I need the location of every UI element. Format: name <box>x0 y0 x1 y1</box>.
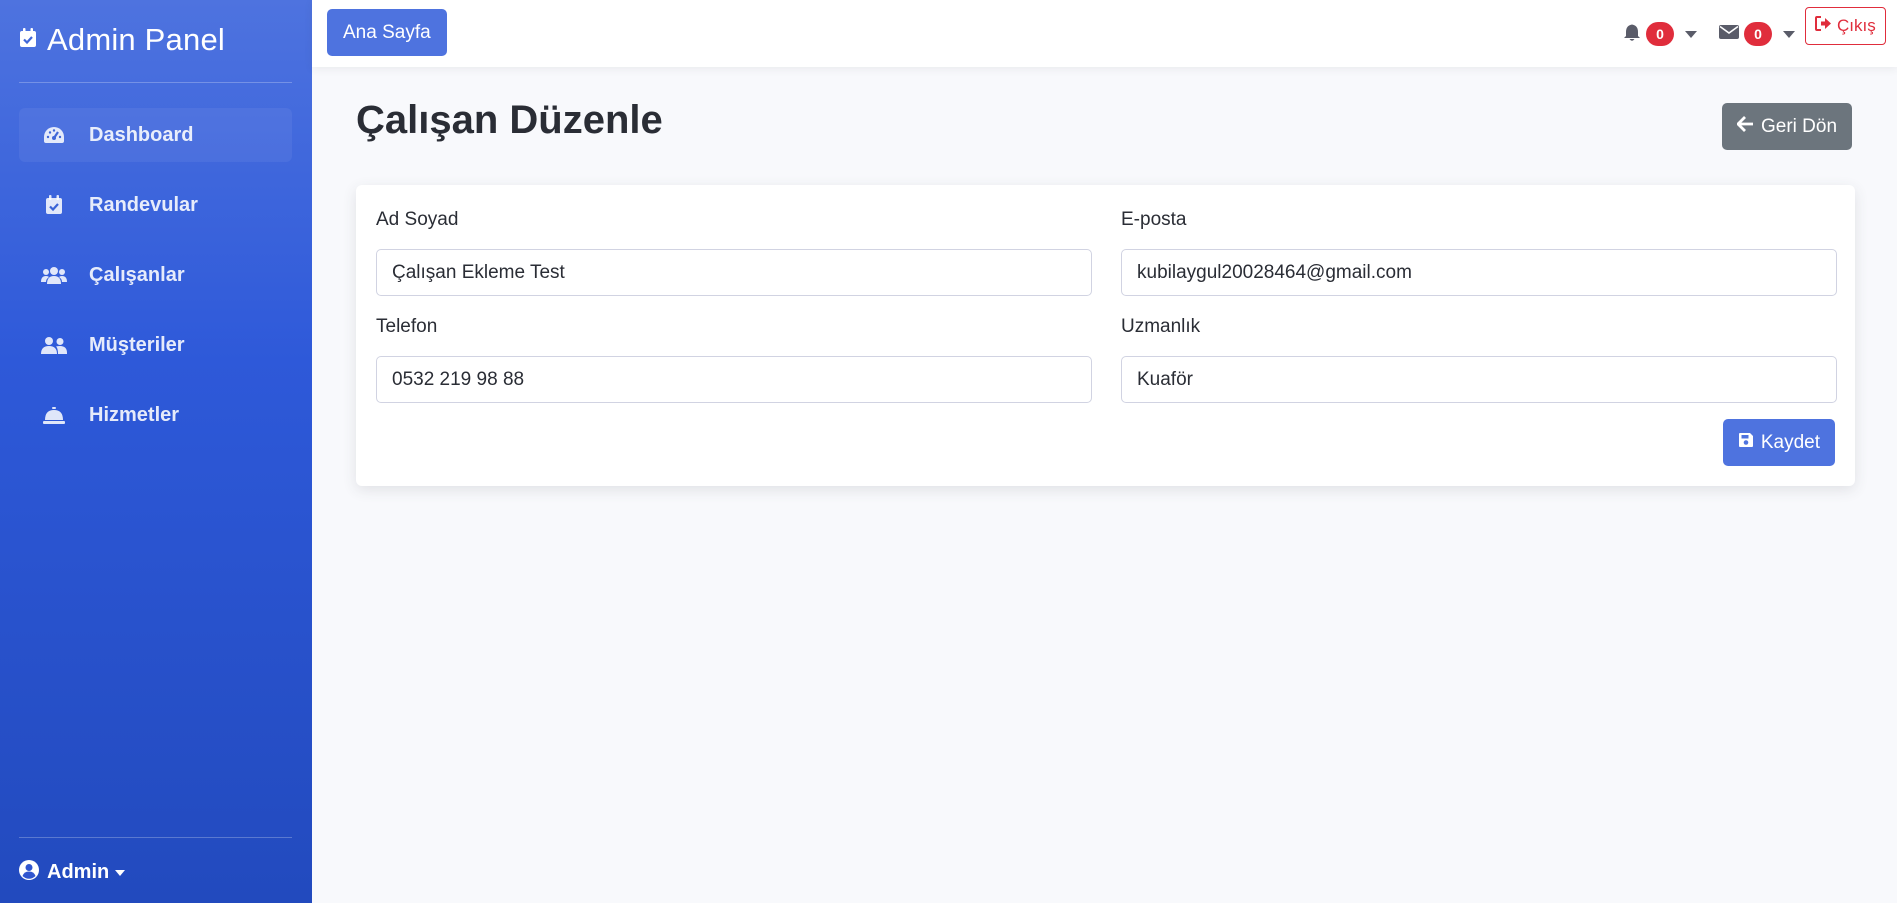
alerts-count-badge: 0 <box>1646 22 1674 46</box>
specialty-input[interactable] <box>1121 356 1837 403</box>
topbar: Ana Sayfa 0 0 Çıkış <box>312 0 1897 67</box>
sidebar-nav: Dashboard Randevular Çalışanlar Müşteril… <box>19 108 292 458</box>
caret-down-icon <box>1783 30 1795 38</box>
caret-down-icon <box>115 869 126 876</box>
home-button[interactable]: Ana Sayfa <box>327 9 447 56</box>
sidebar-item-calisanlar[interactable]: Çalışanlar <box>19 248 292 302</box>
name-label: Ad Soyad <box>376 209 459 230</box>
save-button-label: Kaydet <box>1760 431 1820 453</box>
user-friends-icon <box>41 332 67 358</box>
tachometer-icon <box>41 122 67 148</box>
messages-count-badge: 0 <box>1744 22 1772 46</box>
sidebar-divider <box>19 837 292 838</box>
arrow-left-icon <box>1736 115 1754 138</box>
sidebar-item-hizmetler[interactable]: Hizmetler <box>19 388 292 442</box>
envelope-icon <box>1719 24 1739 45</box>
calendar-check-icon <box>41 192 67 218</box>
phone-label: Telefon <box>376 316 438 337</box>
email-input[interactable] <box>1121 249 1837 296</box>
employee-form-card: Ad Soyad E-posta Telefon Uzmanlık Kaydet <box>356 185 1855 486</box>
caret-down-icon <box>1685 30 1697 38</box>
concierge-bell-icon <box>41 402 67 428</box>
email-label: E-posta <box>1121 209 1187 230</box>
sidebar-divider <box>19 82 292 83</box>
phone-field-group: Telefon <box>376 316 1092 403</box>
brand-title: Admin Panel <box>47 22 225 57</box>
email-field-group: E-posta <box>1121 209 1837 296</box>
specialty-field-group: Uzmanlık <box>1121 316 1837 403</box>
sidebar-item-label: Çalışanlar <box>89 263 185 286</box>
sidebar-item-randevular[interactable]: Randevular <box>19 178 292 232</box>
page-title: Çalışan Düzenle <box>356 98 663 142</box>
sidebar: Admin Panel Dashboard Randevular Çalışan… <box>0 0 312 903</box>
name-input[interactable] <box>376 249 1092 296</box>
messages-dropdown[interactable]: 0 <box>1719 18 1795 50</box>
sidebar-item-dashboard[interactable]: Dashboard <box>19 108 292 162</box>
sidebar-item-label: Müşteriler <box>89 333 185 356</box>
sidebar-item-musteriler[interactable]: Müşteriler <box>19 318 292 372</box>
back-button[interactable]: Geri Dön <box>1722 103 1853 150</box>
sidebar-item-label: Hizmetler <box>89 403 180 426</box>
specialty-label: Uzmanlık <box>1121 316 1201 337</box>
sidebar-item-label: Dashboard <box>89 123 194 146</box>
name-field-group: Ad Soyad <box>376 209 1092 296</box>
sign-out-icon <box>1815 16 1832 36</box>
logout-button[interactable]: Çıkış <box>1805 7 1886 45</box>
phone-input[interactable] <box>376 356 1092 403</box>
user-circle-icon <box>19 860 39 885</box>
bell-icon <box>1623 22 1641 47</box>
alerts-dropdown[interactable]: 0 <box>1623 18 1697 50</box>
users-icon <box>41 262 67 288</box>
sidebar-item-label: Randevular <box>89 193 198 216</box>
save-icon <box>1738 432 1754 454</box>
save-button[interactable]: Kaydet <box>1722 419 1835 466</box>
calendar-check-icon <box>19 27 37 53</box>
back-button-label: Geri Dön <box>1761 115 1838 137</box>
user-menu[interactable]: Admin <box>19 860 126 885</box>
user-name: Admin <box>47 861 110 883</box>
brand[interactable]: Admin Panel <box>19 20 225 60</box>
logout-label: Çıkış <box>1837 16 1876 35</box>
